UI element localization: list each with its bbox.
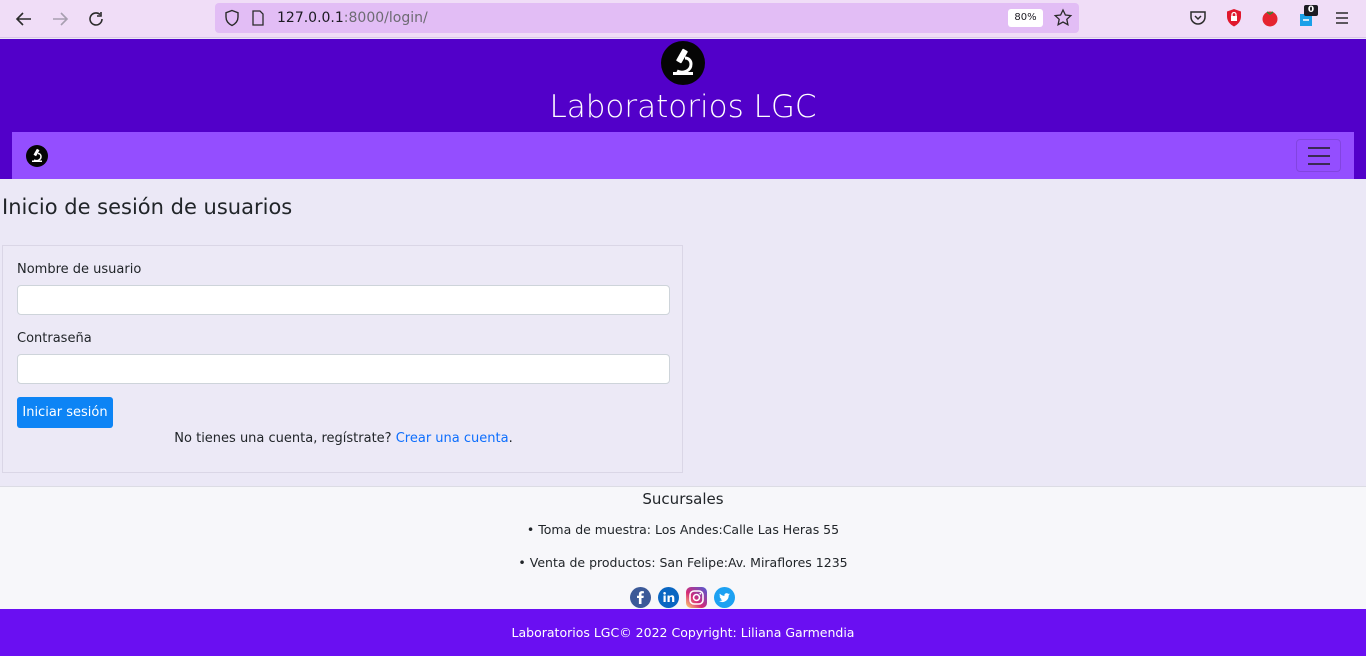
reload-icon — [89, 12, 103, 26]
toggler-bar-icon — [1307, 146, 1330, 149]
password-input[interactable] — [17, 354, 670, 384]
navbar-toggler-button[interactable] — [1296, 139, 1341, 172]
reload-button[interactable] — [84, 7, 108, 31]
forward-button[interactable] — [48, 7, 72, 31]
branch-item: • Venta de productos: San Felipe:Av. Mir… — [518, 555, 848, 570]
register-prompt-text: No tienes una cuenta, regístrate? — [174, 431, 392, 446]
site-title: Laboratorios LGC — [549, 89, 817, 125]
branches-title: Sucursales — [642, 490, 724, 508]
create-account-link[interactable]: Crear una cuenta — [396, 431, 509, 446]
shield-icon[interactable] — [223, 9, 241, 27]
login-form: Nombre de usuario Contraseña Iniciar ses… — [2, 245, 683, 473]
tomato-timer-icon[interactable] — [1260, 8, 1280, 28]
toggler-bar-icon — [1307, 162, 1330, 165]
linkedin-icon[interactable] — [658, 587, 679, 608]
navbar-logo-icon[interactable] — [26, 145, 48, 167]
login-button[interactable]: Iniciar sesión — [17, 397, 113, 428]
extension-badge: 0 — [1304, 5, 1318, 16]
copyright-bar: Laboratorios LGC© 2022 Copyright: Lilian… — [0, 609, 1366, 656]
address-bar[interactable]: 127.0.0.1:8000/login/ 80% — [215, 3, 1079, 33]
instagram-icon[interactable] — [686, 587, 707, 608]
adblock-shield-icon[interactable] — [1224, 8, 1244, 28]
register-prompt-end: . — [508, 431, 513, 446]
hamburger-menu-icon[interactable] — [1332, 8, 1352, 28]
register-prompt: No tienes una cuenta, regístrate? Crear … — [3, 431, 684, 446]
navbar — [12, 132, 1354, 179]
site-header: Laboratorios LGC — [0, 39, 1366, 179]
branch-item: • Toma de muestra: Los Andes:Calle Las H… — [526, 522, 840, 537]
url-text[interactable]: 127.0.0.1:8000/login/ — [277, 10, 428, 26]
microscope-logo-icon — [661, 41, 705, 85]
browser-toolbar: 127.0.0.1:8000/login/ 80% 0 — [0, 0, 1366, 38]
password-label: Contraseña — [17, 331, 92, 346]
pocket-icon[interactable] — [1188, 8, 1208, 28]
page-icon[interactable] — [251, 10, 265, 26]
toggler-bar-icon — [1307, 154, 1330, 157]
username-input[interactable] — [17, 285, 670, 315]
zoom-indicator[interactable]: 80% — [1008, 9, 1043, 27]
back-button[interactable] — [12, 7, 36, 31]
arrow-left-icon — [15, 12, 31, 26]
branches-section: Sucursales • Toma de muestra: Los Andes:… — [0, 486, 1366, 609]
arrow-right-icon — [53, 12, 69, 26]
twitter-icon[interactable] — [714, 587, 735, 608]
page-title: Inicio de sesión de usuarios — [2, 195, 293, 219]
facebook-icon[interactable] — [630, 587, 651, 608]
username-label: Nombre de usuario — [17, 262, 142, 277]
bookmark-star-icon[interactable] — [1053, 8, 1073, 28]
